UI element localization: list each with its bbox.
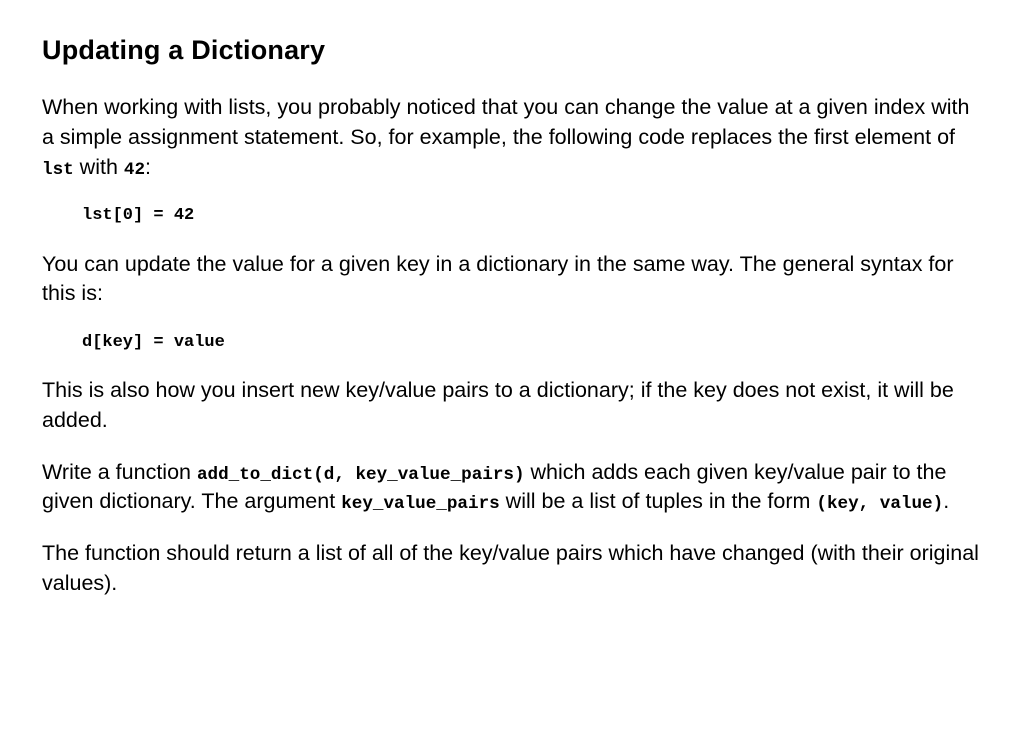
inline-code-fortytwo: 42 <box>124 160 145 180</box>
text-segment: . <box>943 489 949 513</box>
text-segment: Write a function <box>42 460 197 484</box>
code-block-dict-assignment: d[key] = value <box>82 331 982 354</box>
paragraph-return: The function should return a list of all… <box>42 539 982 598</box>
text-segment: with <box>74 155 124 179</box>
inline-code-lst: lst <box>42 160 74 180</box>
paragraph-insert-note: This is also how you insert new key/valu… <box>42 376 982 435</box>
inline-code-arg-name: key_value_pairs <box>341 494 500 514</box>
inline-code-tuple-form: (key, value) <box>816 494 943 514</box>
section-heading: Updating a Dictionary <box>42 32 982 69</box>
code-block-list-assignment: lst[0] = 42 <box>82 204 982 227</box>
text-segment: will be a list of tuples in the form <box>500 489 817 513</box>
paragraph-intro: When working with lists, you probably no… <box>42 93 982 182</box>
text-segment: : <box>145 155 151 179</box>
paragraph-dict-update: You can update the value for a given key… <box>42 250 982 309</box>
paragraph-task: Write a function add_to_dict(d, key_valu… <box>42 458 982 517</box>
text-segment: When working with lists, you probably no… <box>42 95 969 149</box>
inline-code-func-signature: add_to_dict(d, key_value_pairs) <box>197 465 525 485</box>
